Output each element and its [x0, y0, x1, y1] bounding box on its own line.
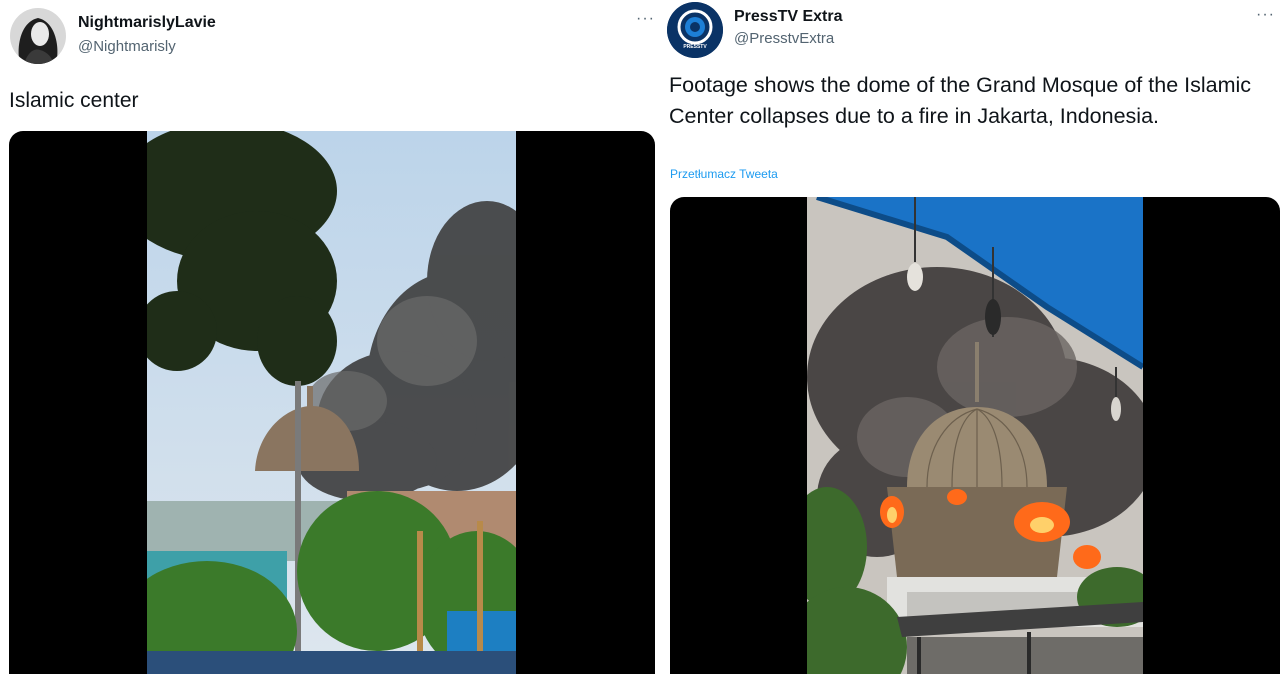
tweet-presstv: PRESSTV PressTV Extra @PresstvExtra ··· … — [660, 0, 1280, 674]
video-frame[interactable] — [147, 131, 516, 674]
tweet-text: Footage shows the dome of the Grand Mosq… — [669, 73, 1252, 128]
more-options-icon[interactable]: ··· — [1256, 7, 1275, 23]
tweet-text: Islamic center — [9, 89, 139, 112]
translate-tweet-link[interactable]: Przetłumacz Tweeta — [670, 167, 778, 181]
video-player[interactable] — [670, 197, 1280, 674]
more-options-icon[interactable]: ··· — [636, 11, 655, 27]
video-frame[interactable] — [807, 197, 1143, 674]
avatar-logo-text: PRESSTV — [683, 44, 707, 50]
avatar[interactable] — [10, 8, 66, 64]
display-name[interactable]: PressTV Extra — [734, 8, 843, 26]
tweet-nightmarisly: NightmarislyLavie @Nightmarisly ··· Isla… — [0, 0, 660, 674]
video-player[interactable] — [9, 131, 655, 674]
user-handle[interactable]: @PresstvExtra — [734, 30, 834, 47]
user-handle[interactable]: @Nightmarisly — [78, 38, 176, 55]
display-name[interactable]: NightmarislyLavie — [78, 14, 216, 32]
